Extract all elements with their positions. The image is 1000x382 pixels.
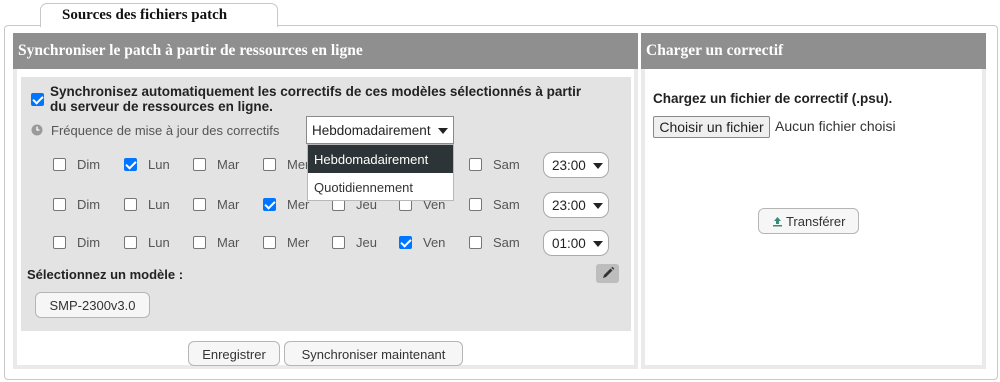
model-select-label: Sélectionnez un modèle : [27, 267, 184, 282]
frequency-value: Hebdomadairement [312, 123, 431, 138]
day-label: Lun [148, 157, 170, 172]
day-checkbox-mar[interactable] [193, 198, 206, 211]
auto-sync-checkbox[interactable] [31, 93, 44, 106]
auto-sync-label: Synchronisez automatiquement les correct… [50, 84, 630, 114]
day-checkbox-lun[interactable] [124, 236, 137, 249]
frequency-label: Fréquence de mise à jour des correctifs [51, 123, 280, 138]
edit-model-button[interactable] [596, 264, 619, 283]
caret-down-icon [593, 203, 603, 209]
day-label: Sam [493, 197, 520, 212]
caret-down-icon [593, 163, 603, 169]
save-button-label: Enregistrer [202, 347, 266, 362]
choose-file-label: Choisir un fichier [659, 119, 764, 135]
transfer-button-label: Transférer [785, 214, 846, 229]
tab-label: Sources des fichiers patch [62, 7, 228, 23]
sync-now-button-label: Synchroniser maintenant [301, 347, 446, 362]
model-chip[interactable]: SMP-2300v3.0 [35, 292, 150, 318]
frequency-dropdown-menu: Hebdomadairement Quotidiennement [307, 144, 454, 201]
pencil-icon [603, 266, 615, 278]
time-select[interactable]: 23:00 [543, 192, 609, 218]
day-checkbox-mar[interactable] [193, 236, 206, 249]
frequency-select[interactable]: Hebdomadairement [306, 116, 454, 144]
time-select[interactable]: 23:00 [543, 152, 609, 178]
day-checkbox-sam[interactable] [469, 236, 482, 249]
no-file-chosen-text: Aucun fichier choisi [775, 118, 896, 134]
clock-icon [31, 124, 43, 136]
day-label: Sam [493, 235, 520, 250]
save-button[interactable]: Enregistrer [188, 341, 280, 366]
upload-patch-panel: Charger un correctif [641, 33, 986, 369]
day-checkbox-lun[interactable] [124, 198, 137, 211]
day-label: Mar [217, 157, 240, 172]
auto-sync-label-line2: du serveur de ressources en ligne. [50, 99, 273, 114]
online-sync-title: Synchroniser le patch à partir de ressou… [13, 33, 638, 69]
upload-patch-title: Charger un correctif [641, 33, 986, 69]
day-label: Mar [217, 197, 240, 212]
day-checkbox-lun[interactable] [124, 158, 137, 171]
dropdown-option-weekly[interactable]: Hebdomadairement [308, 145, 453, 173]
day-checkbox-mer[interactable] [263, 198, 276, 211]
day-checkbox-dim[interactable] [53, 236, 66, 249]
sync-now-button[interactable]: Synchroniser maintenant [284, 341, 463, 366]
transfer-button[interactable]: Transférer [758, 208, 859, 234]
day-label: Sam [493, 157, 520, 172]
day-checkbox-sam[interactable] [469, 198, 482, 211]
upload-prompt: Chargez un fichier de correctif (.psu). [653, 91, 893, 106]
day-label: Mer [287, 235, 310, 250]
choose-file-button[interactable]: Choisir un fichier [653, 116, 770, 138]
day-label: Dim [77, 235, 101, 250]
day-checkbox-ven[interactable] [399, 236, 412, 249]
day-checkbox-mer[interactable] [263, 158, 276, 171]
auto-sync-label-line1: Synchronisez automatiquement les correct… [50, 84, 582, 99]
dropdown-option-daily[interactable]: Quotidiennement [308, 173, 453, 201]
caret-down-icon [593, 241, 603, 247]
day-label: Jeu [356, 235, 377, 250]
time-value: 23:00 [552, 198, 586, 213]
time-select[interactable]: 01:00 [543, 230, 609, 256]
time-value: 23:00 [552, 158, 586, 173]
time-value: 01:00 [552, 236, 586, 251]
day-label: Ven [423, 235, 446, 250]
tab-patch-sources[interactable]: Sources des fichiers patch [40, 3, 278, 27]
day-checkbox-dim[interactable] [53, 158, 66, 171]
day-checkbox-mar[interactable] [193, 158, 206, 171]
day-checkbox-mer[interactable] [263, 236, 276, 249]
day-label: Dim [77, 157, 101, 172]
day-checkbox-dim[interactable] [53, 198, 66, 211]
day-label: Dim [77, 197, 101, 212]
day-checkbox-sam[interactable] [469, 158, 482, 171]
upload-icon [772, 217, 782, 227]
day-label: Mar [217, 235, 240, 250]
day-label: Lun [148, 197, 170, 212]
day-label: Lun [148, 235, 170, 250]
caret-down-icon [438, 128, 448, 134]
model-chip-label: SMP-2300v3.0 [49, 298, 136, 313]
day-checkbox-jeu[interactable] [332, 236, 345, 249]
